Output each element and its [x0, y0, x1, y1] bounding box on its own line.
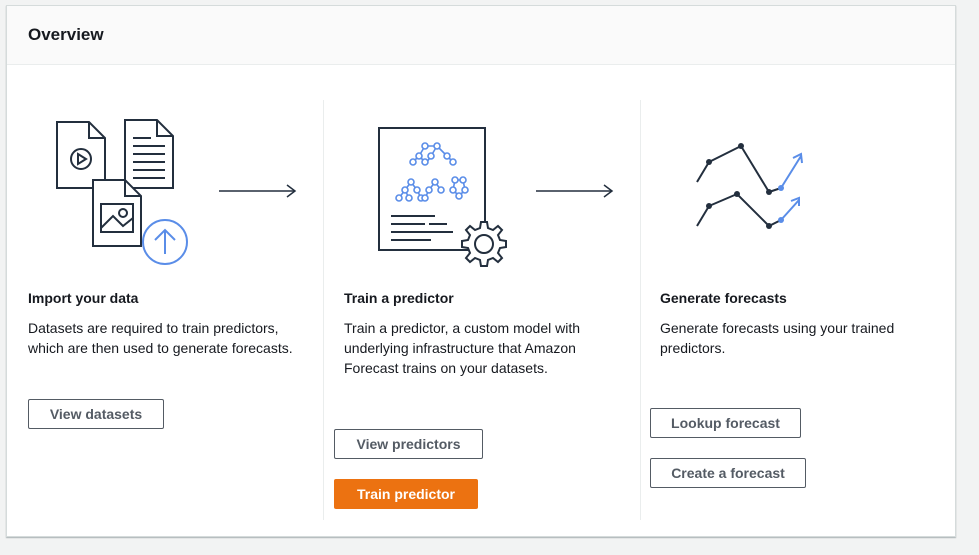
- upload-icon: [142, 219, 188, 265]
- lookup-forecast-button[interactable]: Lookup forecast: [650, 408, 801, 438]
- line-trend-icon: [696, 143, 803, 229]
- forecast-illustration: [696, 143, 803, 229]
- create-forecast-button[interactable]: Create a forecast: [650, 458, 806, 488]
- image-document-icon: [92, 179, 142, 247]
- network-graph-icon: [395, 142, 469, 202]
- column-divider-1: [323, 100, 324, 520]
- overview-title: Overview: [28, 25, 104, 44]
- step-title-train: Train a predictor: [344, 290, 454, 306]
- train-predictor-button[interactable]: Train predictor: [334, 479, 478, 509]
- overview-panel: Overview Import your data Datasets are r…: [6, 5, 956, 537]
- text-document-icon: [124, 119, 174, 189]
- overview-header: Overview: [7, 6, 955, 65]
- arrow-right-icon: [219, 184, 297, 198]
- video-document-icon: [56, 121, 106, 189]
- step-title-import: Import your data: [28, 290, 139, 306]
- train-predictor-illustration: [378, 127, 507, 267]
- view-datasets-button[interactable]: View datasets: [28, 399, 164, 429]
- column-divider-2: [640, 100, 641, 520]
- text-lines-icon: [391, 215, 453, 241]
- step-description-generate: Generate forecasts using your trained pr…: [660, 320, 895, 356]
- gear-icon: [461, 221, 507, 267]
- step-description-train: Train a predictor, a custom model with u…: [344, 320, 581, 376]
- step-title-generate: Generate forecasts: [660, 290, 787, 306]
- step-description-import: Datasets are required to train predictor…: [28, 320, 293, 356]
- import-data-illustration: [56, 119, 188, 265]
- view-predictors-button[interactable]: View predictors: [334, 429, 483, 459]
- arrow-right-icon: [536, 184, 614, 198]
